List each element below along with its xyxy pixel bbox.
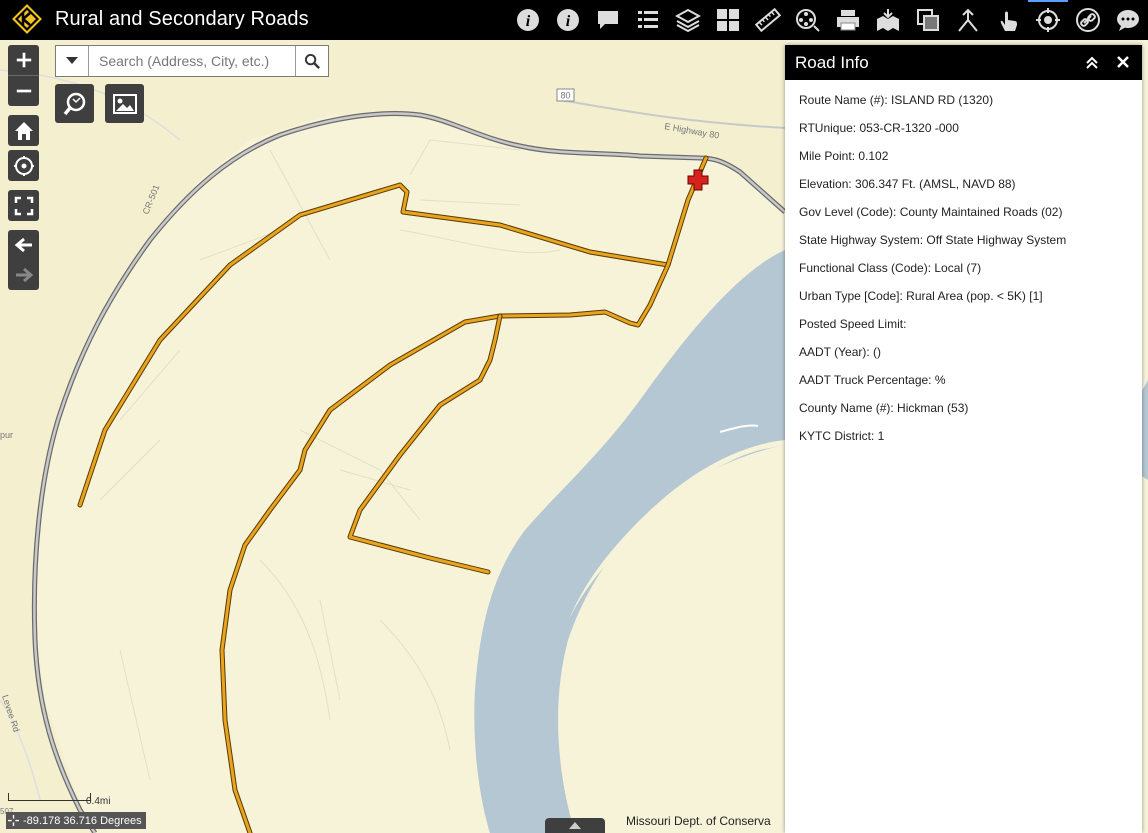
print-icon [837, 10, 859, 31]
kytc-logo-icon [10, 2, 44, 36]
touch-icon [1000, 11, 1017, 31]
about-button[interactable]: i [508, 0, 548, 40]
info-icon: i [557, 9, 579, 31]
crosshair-icon [8, 815, 19, 826]
zoom-controls [8, 45, 39, 106]
state-highway-row: State Highway System: Off State Highway … [799, 233, 1067, 247]
legend-icon [638, 11, 658, 28]
measure-icon [755, 7, 781, 33]
add-data-icon [877, 9, 899, 31]
search-source-dropdown[interactable] [56, 46, 89, 76]
minus-icon [16, 89, 31, 92]
previous-extent-button[interactable] [8, 230, 39, 260]
route-name-row: Route Name (#): ISLAND RD (1320) [799, 93, 994, 107]
fullscreen-icon [14, 196, 33, 215]
touch-button[interactable] [988, 0, 1028, 40]
link-icon [1076, 8, 1100, 32]
rtunique-row: RTUnique: 053-CR-1320 -000 [799, 121, 959, 135]
caret-down-icon [66, 57, 78, 64]
fullscreen-button[interactable] [8, 190, 39, 221]
feedback-button[interactable] [1108, 0, 1148, 40]
app-title: Rural and Secondary Roads [55, 8, 309, 30]
search-widget [55, 45, 329, 77]
layers-button[interactable] [668, 0, 708, 40]
coordinate-text: -89.178 36.716 Degrees [23, 814, 142, 827]
film-icon [796, 9, 820, 32]
next-extent-button[interactable] [8, 260, 39, 290]
arrow-left-icon [14, 237, 32, 253]
scale-bar [8, 793, 91, 801]
film-button[interactable] [788, 0, 828, 40]
coordinate-display[interactable]: -89.178 36.716 Degrees [6, 812, 146, 829]
header-toolbar: i i [508, 0, 1148, 40]
swipe-icon [917, 9, 939, 31]
magnifier-icon [63, 92, 85, 115]
feedback-icon [1117, 10, 1139, 31]
road-info-icon [1036, 8, 1060, 32]
print-button[interactable] [828, 0, 868, 40]
urban-type-row: Urban Type [Code]: Rural Area (pop. < 5K… [799, 289, 1043, 303]
road-info-panel: Road Info Route Name (#): ISLAND RD (132… [785, 45, 1142, 833]
zoom-to-button[interactable] [55, 84, 94, 123]
about-icon: i [517, 9, 539, 31]
zoom-out-button[interactable] [8, 75, 39, 105]
svg-text:i: i [566, 13, 571, 30]
locate-button[interactable] [8, 150, 39, 181]
plus-icon [16, 52, 31, 68]
scale-label: 0.4mi [86, 796, 111, 807]
expand-bottom-panel-button[interactable] [545, 818, 605, 833]
chat-icon [598, 11, 618, 29]
highway-shield-text: 80 [560, 91, 570, 101]
svg-text:i: i [526, 13, 531, 30]
highway-shield: 80 [556, 88, 575, 102]
elevation-row: Elevation: 306.347 Ft. (AMSL, NAVD 88) [799, 177, 1016, 191]
home-icon [14, 121, 33, 140]
directions-icon [958, 8, 978, 32]
chat-button[interactable] [588, 0, 628, 40]
locate-icon [13, 155, 34, 176]
search-icon [304, 53, 320, 69]
panel-body: Route Name (#): ISLAND RD (1320) RTUniqu… [785, 80, 1142, 472]
add-data-button[interactable] [868, 0, 908, 40]
gov-level-row: Gov Level (Code): County Maintained Road… [799, 205, 1063, 219]
caret-up-icon [569, 822, 581, 829]
image-icon [112, 93, 137, 114]
link-button[interactable] [1068, 0, 1108, 40]
collapse-panel-icon[interactable] [1084, 54, 1100, 70]
app-header: Rural and Secondary Roads i i [0, 0, 1148, 40]
search-input[interactable] [89, 46, 295, 76]
measure-button[interactable] [748, 0, 788, 40]
image-button[interactable] [105, 84, 144, 123]
search-button[interactable] [295, 46, 328, 76]
aadt-row: AADT (Year): () [799, 345, 882, 359]
speed-limit-row: Posted Speed Limit: [799, 317, 907, 331]
info-button[interactable]: i [548, 0, 588, 40]
swipe-button[interactable] [908, 0, 948, 40]
panel-header: Road Info [785, 45, 1142, 80]
functional-class-row: Functional Class (Code): Local (7) [799, 261, 982, 275]
layers-icon [675, 8, 701, 33]
map-attribution: Missouri Dept. of Conserva [626, 814, 771, 828]
basemap-gallery-button[interactable] [708, 0, 748, 40]
home-button[interactable] [8, 115, 39, 146]
close-panel-icon[interactable] [1115, 54, 1131, 70]
county-name-row: County Name (#): Hickman (53) [799, 401, 969, 415]
mile-point-row: Mile Point: 0.102 [799, 149, 889, 163]
extent-navigation [8, 230, 39, 290]
kytc-district-row: KYTC District: 1 [799, 429, 885, 443]
directions-button[interactable] [948, 0, 988, 40]
road-info-button[interactable] [1028, 0, 1068, 40]
zoom-in-button[interactable] [8, 45, 39, 75]
aadt-truck-row: AADT Truck Percentage: % [799, 373, 946, 387]
panel-title: Road Info [795, 52, 869, 72]
arrow-right-icon [15, 267, 33, 283]
legend-button[interactable] [628, 0, 668, 40]
basemap-gallery-icon [717, 9, 739, 31]
left-road-label: pur [0, 430, 13, 440]
